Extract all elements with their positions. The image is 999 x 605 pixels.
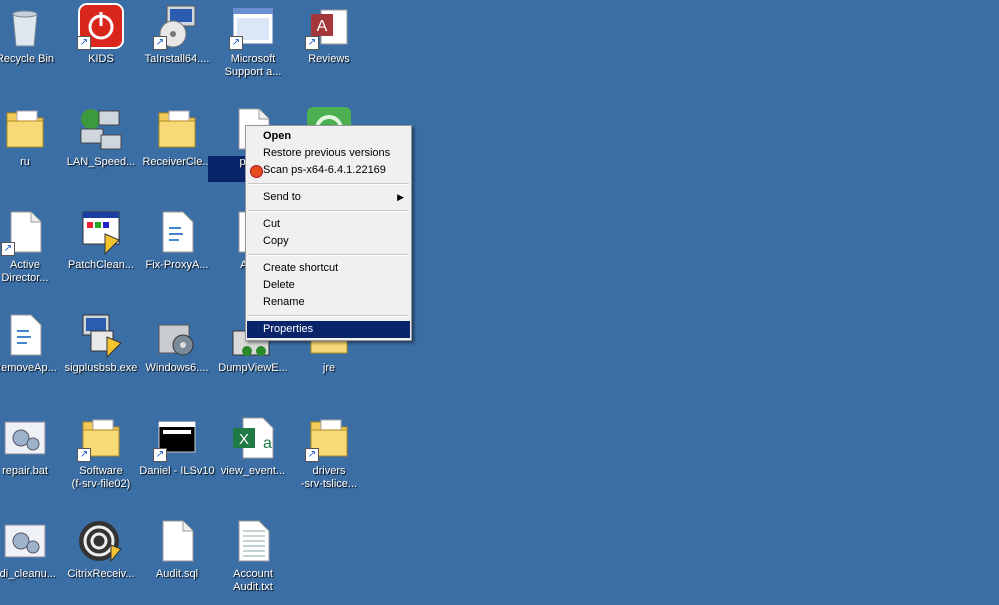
excel-icon: Xa: [229, 414, 277, 462]
desktop-icon[interactable]: ↗ Microsoft Support a...: [216, 0, 290, 90]
menu-item-copy[interactable]: Copy: [247, 233, 410, 250]
shortcut-arrow-icon: ↗: [229, 36, 243, 50]
desktop-icon[interactable]: repair.bat: [0, 412, 62, 502]
desktop-icon[interactable]: Xa view_event...: [216, 412, 290, 502]
desktop-icon-label: Reviews: [308, 53, 350, 65]
shortcut-arrow-icon: ↗: [77, 448, 91, 462]
desktop-icon[interactable]: ↗ KIDS: [64, 0, 138, 90]
menu-item-create-shortcut[interactable]: Create shortcut: [247, 260, 410, 277]
batch-icon: [1, 414, 49, 462]
gear-package-icon: [153, 311, 201, 359]
network-icon: [77, 105, 125, 153]
file-icon: ↗: [1, 208, 49, 256]
shortcut-arrow-icon: ↗: [153, 36, 167, 50]
desktop-icon[interactable]: ↗ TaInstall64....: [140, 0, 214, 90]
svg-text:A: A: [317, 18, 328, 35]
desktop-icon[interactable]: LAN_Speed...: [64, 103, 138, 193]
menu-separator: [248, 210, 409, 212]
shortcut-arrow-icon: ↗: [1, 242, 15, 256]
svg-text:a: a: [263, 435, 272, 452]
script-icon: [153, 208, 201, 256]
shortcut-arrow-icon: ↗: [305, 36, 319, 50]
menu-item-scan[interactable]: Scan ps-x64-6.4.1.22169: [247, 162, 410, 179]
installer-icon: ↗: [153, 2, 201, 50]
desktop-icon[interactable]: ↗ Active Director...: [0, 206, 62, 296]
menu-item-restore-previous-versions[interactable]: Restore previous versions: [247, 145, 410, 162]
batch-icon: [1, 517, 49, 565]
folder-icon: ↗: [77, 414, 125, 462]
desktop-icon[interactable]: PatchClean...: [64, 206, 138, 296]
menu-separator: [248, 315, 409, 317]
desktop-icon[interactable]: sigplusbsb.exe: [64, 309, 138, 399]
menu-separator: [248, 254, 409, 256]
desktop-icon-label: jre: [322, 362, 336, 374]
desktop-icon[interactable]: RemoveAp...: [0, 309, 62, 399]
app-window-icon: [77, 208, 125, 256]
menu-item-send-to[interactable]: Send to ▶: [247, 189, 410, 206]
desktop-icon-label: drivers -srv-tslice...: [300, 465, 358, 490]
shortcut-arrow-icon: ↗: [153, 448, 167, 462]
shortcut-arrow-icon: ↗: [305, 448, 319, 462]
context-menu: Open Restore previous versions Scan ps-x…: [245, 125, 412, 341]
desktop-icon[interactable]: ru: [0, 103, 62, 193]
antivirus-icon: [250, 165, 263, 178]
menu-item-scan-label: Scan ps-x64-6.4.1.22169: [263, 164, 386, 176]
desktop-icon[interactable]: Audit.sql: [140, 515, 214, 605]
window-icon: ↗: [229, 2, 277, 50]
desktop[interactable]: { "desktop_icons": [ {"label": "Recycle …: [0, 0, 999, 593]
desktop-icon[interactable]: CitrixReceiv...: [64, 515, 138, 605]
power-button-icon: ↗: [77, 2, 125, 50]
desktop-icon[interactable]: ↗ Software (f-srv-file02): [64, 412, 138, 502]
menu-item-send-to-label: Send to: [263, 191, 301, 203]
desktop-icon[interactable]: ↗ drivers -srv-tslice...: [292, 412, 366, 502]
desktop-icon[interactable]: A ↗ Reviews: [292, 0, 366, 90]
citrix-icon: [77, 517, 125, 565]
desktop-icon[interactable]: ↗ Daniel - ILSv10: [139, 412, 215, 502]
script-icon: [1, 311, 49, 359]
text-file-icon: [229, 517, 277, 565]
access-icon: A ↗: [305, 2, 353, 50]
file-icon: [153, 517, 201, 565]
recycle-bin-icon: [1, 2, 49, 50]
desktop-icon[interactable]: Fix-ProxyA...: [140, 206, 214, 296]
submenu-arrow-icon: ▶: [397, 192, 404, 202]
folder-icon: [1, 105, 49, 153]
menu-item-open[interactable]: Open: [247, 128, 410, 145]
desktop-icon-label: Account Audit.txt: [233, 568, 273, 593]
menu-separator: [248, 183, 409, 185]
desktop-icon[interactable]: Windows6....: [140, 309, 214, 399]
desktop-icon[interactable]: Account Audit.txt: [216, 515, 290, 605]
desktop-icon[interactable]: Recycle Bin: [0, 0, 62, 90]
folder-icon: [153, 105, 201, 153]
terminal-icon: ↗: [153, 414, 201, 462]
desktop-icon[interactable]: vdi_cleanu...: [0, 515, 62, 605]
menu-item-rename[interactable]: Rename: [247, 294, 410, 311]
folder-icon: ↗: [305, 414, 353, 462]
shortcut-arrow-icon: ↗: [77, 36, 91, 50]
setup-icon: [77, 311, 125, 359]
menu-item-cut[interactable]: Cut: [247, 216, 410, 233]
desktop-icon[interactable]: ReceiverCle...: [140, 103, 214, 193]
svg-text:X: X: [239, 431, 249, 448]
menu-item-properties[interactable]: Properties: [247, 321, 410, 338]
menu-item-delete[interactable]: Delete: [247, 277, 410, 294]
